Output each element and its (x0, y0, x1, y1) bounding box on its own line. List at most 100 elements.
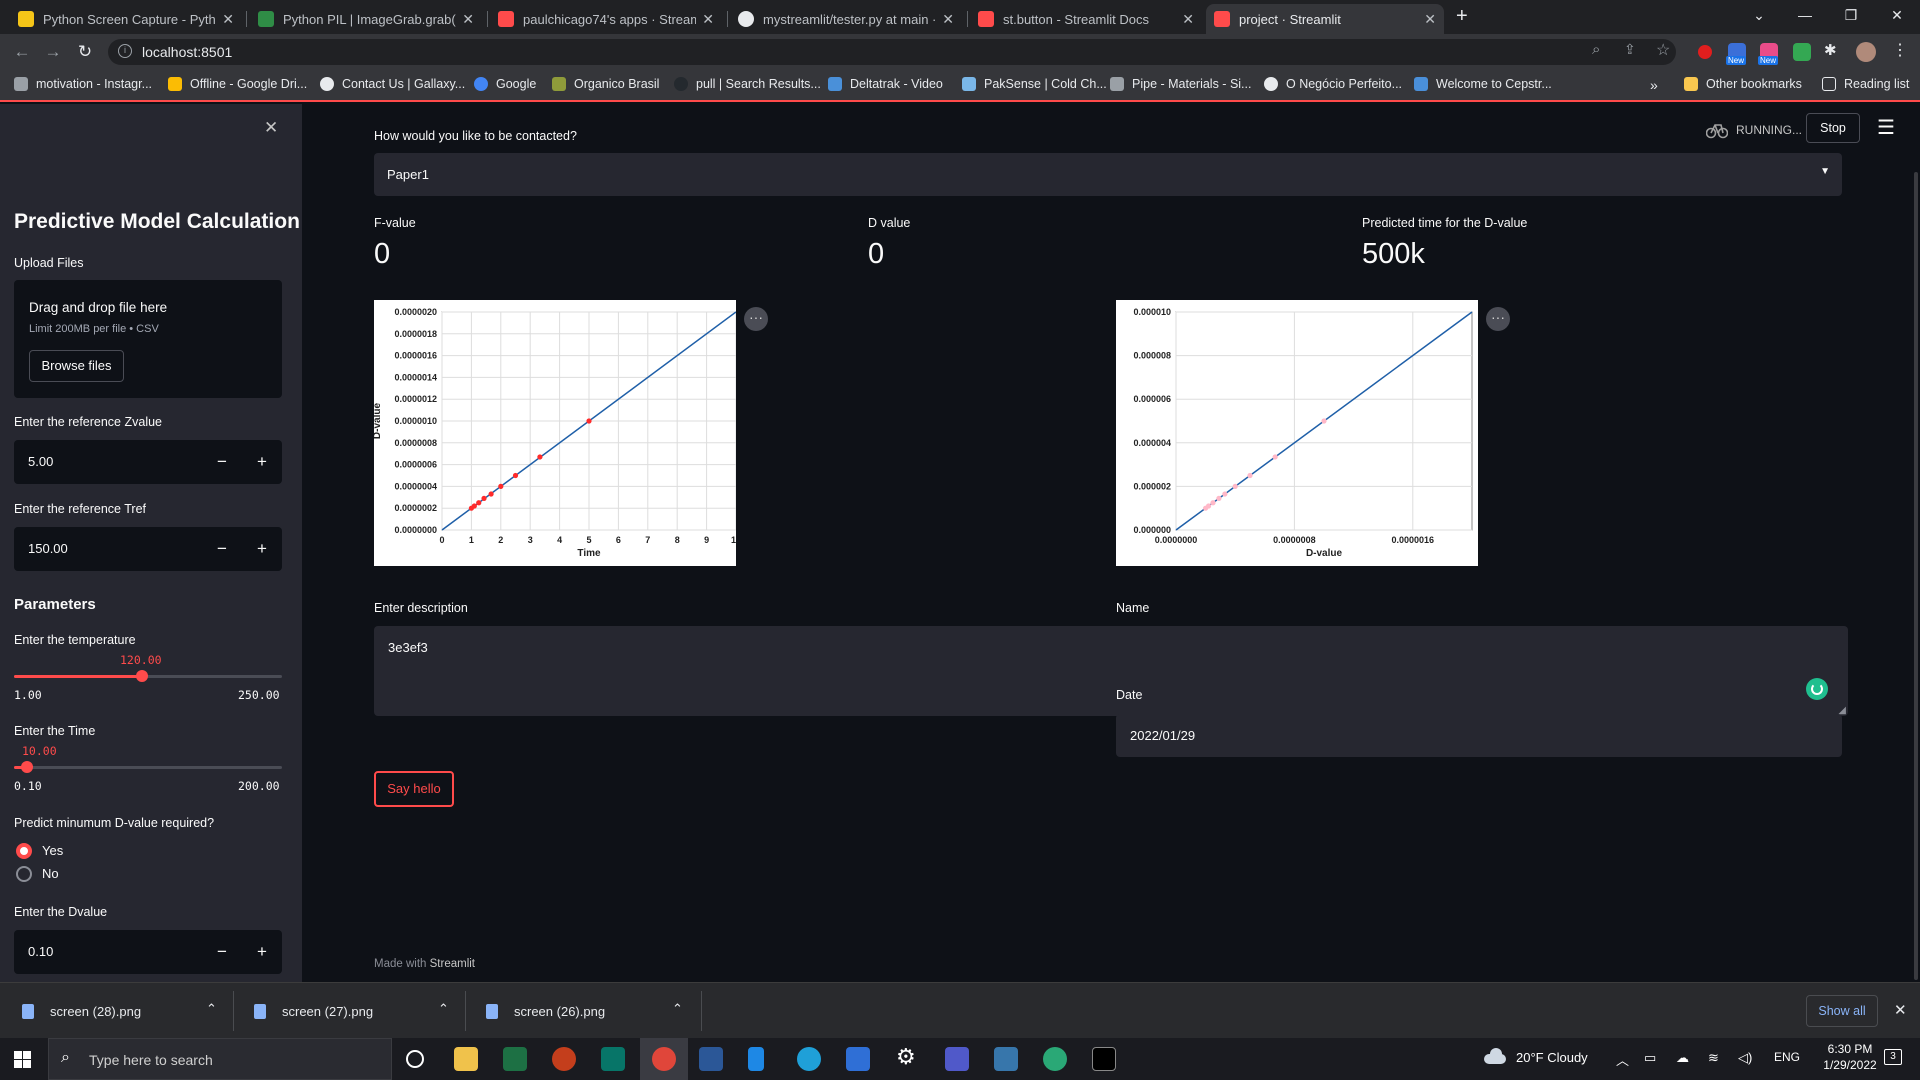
decrement-button[interactable]: − (202, 930, 242, 974)
chrome-icon[interactable] (652, 1047, 676, 1071)
date-input[interactable]: 2022/01/29 (1116, 714, 1842, 757)
volume-icon[interactable]: ◁) (1738, 1050, 1752, 1066)
browser-tab[interactable]: mystreamlit/tester.py at main · p ✕ (730, 4, 962, 34)
say-hello-button[interactable]: Say hello (374, 771, 454, 807)
chevron-up-icon[interactable]: ︿ (1616, 1050, 1629, 1069)
reading-list[interactable]: Reading list (1822, 77, 1909, 91)
clock[interactable]: 6:30 PM 1/29/2022 (1822, 1042, 1878, 1072)
reload-icon[interactable]: ↻ (73, 40, 97, 64)
close-tab-icon[interactable]: ✕ (1424, 11, 1436, 28)
cortana-icon[interactable] (406, 1050, 424, 1068)
streamlit-link[interactable]: Streamlit (430, 958, 475, 970)
record-extension-icon[interactable] (1698, 45, 1712, 59)
new-tab-icon[interactable]: + (1456, 5, 1468, 28)
other-bookmarks[interactable]: Other bookmarks (1684, 77, 1802, 91)
profile-avatar[interactable] (1856, 42, 1876, 62)
app-menu-icon[interactable]: ☰ (1877, 115, 1895, 140)
address-bar[interactable] (108, 39, 1676, 65)
decrement-button[interactable]: − (202, 440, 242, 484)
share-icon[interactable]: ⇪ (1624, 41, 1636, 58)
bookmark-star-icon[interactable]: ☆ (1656, 40, 1670, 60)
battery-icon[interactable]: ▭ (1644, 1050, 1656, 1066)
weather-text[interactable]: 20°F Cloudy (1516, 1050, 1588, 1065)
time-slider[interactable] (14, 761, 282, 773)
close-tab-icon[interactable]: ✕ (462, 11, 474, 28)
download-item[interactable]: screen (27).png (254, 983, 373, 1039)
show-all-button[interactable]: Show all (1806, 995, 1878, 1027)
scrollbar[interactable] (1914, 172, 1918, 980)
forward-icon[interactable]: → (41, 40, 65, 64)
browse-files-button[interactable]: Browse files (29, 350, 124, 382)
python-icon[interactable] (994, 1047, 1018, 1071)
settings-gear-icon[interactable]: ⚙ (896, 1044, 916, 1070)
close-tab-icon[interactable]: ✕ (702, 11, 714, 28)
radio-no[interactable] (16, 866, 32, 882)
browser-tab[interactable]: paulchicago74's apps · Streamlit ✕ (490, 4, 722, 34)
increment-button[interactable]: + (242, 527, 282, 571)
edge-icon[interactable] (797, 1047, 821, 1071)
chart-menu-icon[interactable]: ··· (744, 307, 768, 331)
url-text[interactable]: localhost:8501 (142, 44, 232, 60)
bookmark-item[interactable]: motivation - Instagr... (14, 77, 152, 91)
file-explorer-icon[interactable] (454, 1047, 478, 1071)
download-item[interactable]: screen (26).png (486, 983, 605, 1039)
windows-start-icon[interactable] (14, 1051, 31, 1068)
chevron-up-icon[interactable]: ⌃ (206, 1001, 217, 1017)
contact-select[interactable]: Paper1 ▼ (374, 153, 1842, 196)
close-tab-icon[interactable]: ✕ (222, 11, 234, 28)
notifications-icon[interactable]: 3 (1884, 1049, 1902, 1065)
radio-yes[interactable] (16, 843, 32, 859)
chevron-up-icon[interactable]: ⌃ (438, 1001, 449, 1017)
slider-thumb[interactable] (21, 761, 33, 773)
close-downloads-icon[interactable]: ✕ (1894, 1001, 1907, 1019)
browser-tab[interactable]: Python PIL | ImageGrab.grab() m ✕ (250, 4, 482, 34)
bookmark-item[interactable]: Offline - Google Dri... (168, 77, 307, 91)
extensions-puzzle-icon[interactable]: ✱ (1824, 41, 1837, 59)
close-tab-icon[interactable]: ✕ (942, 11, 954, 28)
teams-icon[interactable] (945, 1047, 969, 1071)
decrement-button[interactable]: − (202, 527, 242, 571)
onedrive-cloud-icon[interactable]: ☁ (1676, 1050, 1689, 1066)
publisher-icon[interactable] (601, 1047, 625, 1071)
browser-tab[interactable]: st.button - Streamlit Docs ✕ (970, 4, 1202, 34)
bookmark-item[interactable]: Welcome to Cepstr... (1414, 77, 1552, 91)
description-textarea[interactable]: 3e3ef3 ◢ (374, 626, 1848, 716)
minimize-icon[interactable]: — (1782, 0, 1828, 30)
bookmark-item[interactable]: PakSense | Cold Ch... (962, 77, 1107, 91)
bookmark-item[interactable]: Deltatrak - Video (828, 77, 943, 91)
browser-menu-icon[interactable]: ⋮ (1892, 40, 1908, 60)
language-indicator[interactable]: ENG (1774, 1050, 1800, 1064)
back-icon[interactable]: ← (10, 40, 34, 64)
terminal-icon[interactable] (1092, 1047, 1116, 1071)
file-icon[interactable] (748, 1047, 764, 1071)
stop-button[interactable]: Stop (1806, 113, 1860, 143)
app-icon[interactable] (1043, 1047, 1067, 1071)
bookmark-item[interactable]: Contact Us | Gallaxy... (320, 77, 465, 91)
taskbar-search-box[interactable]: ⌕ Type here to search (48, 1038, 392, 1080)
tab-search-icon[interactable]: ⌄ (1736, 0, 1782, 30)
site-info-icon[interactable]: i (118, 44, 132, 58)
browser-tab[interactable]: Python Screen Capture - Python ✕ (10, 4, 242, 34)
file-dropzone[interactable]: Drag and drop file here Limit 200MB per … (14, 280, 282, 398)
restore-icon[interactable]: ❐ (1828, 0, 1874, 30)
close-window-icon[interactable]: ✕ (1874, 0, 1920, 30)
word-icon[interactable] (699, 1047, 723, 1071)
zoom-icon[interactable]: ⌕ (1592, 41, 1600, 58)
radio-no-label[interactable]: No (42, 866, 59, 881)
increment-button[interactable]: + (242, 440, 282, 484)
bookmarks-more-icon[interactable]: » (1650, 77, 1658, 93)
bookmark-item[interactable]: Pipe - Materials - Si... (1110, 77, 1251, 91)
bookmark-item[interactable]: Organico Brasil (552, 77, 659, 91)
radio-yes-label[interactable]: Yes (42, 843, 63, 858)
chart-menu-icon[interactable]: ··· (1486, 307, 1510, 331)
grammarly-icon[interactable] (1806, 678, 1828, 700)
chevron-up-icon[interactable]: ⌃ (672, 1001, 683, 1017)
calendar-icon[interactable] (846, 1047, 870, 1071)
dvalue-input[interactable]: 0.10 − + (14, 930, 282, 974)
close-sidebar-icon[interactable]: ✕ (264, 118, 278, 138)
excel-icon[interactable] (503, 1047, 527, 1071)
powerpoint-icon[interactable] (552, 1047, 576, 1071)
slider-thumb[interactable] (136, 670, 148, 682)
close-tab-icon[interactable]: ✕ (1182, 11, 1194, 28)
drive-extension-icon[interactable] (1793, 43, 1811, 61)
